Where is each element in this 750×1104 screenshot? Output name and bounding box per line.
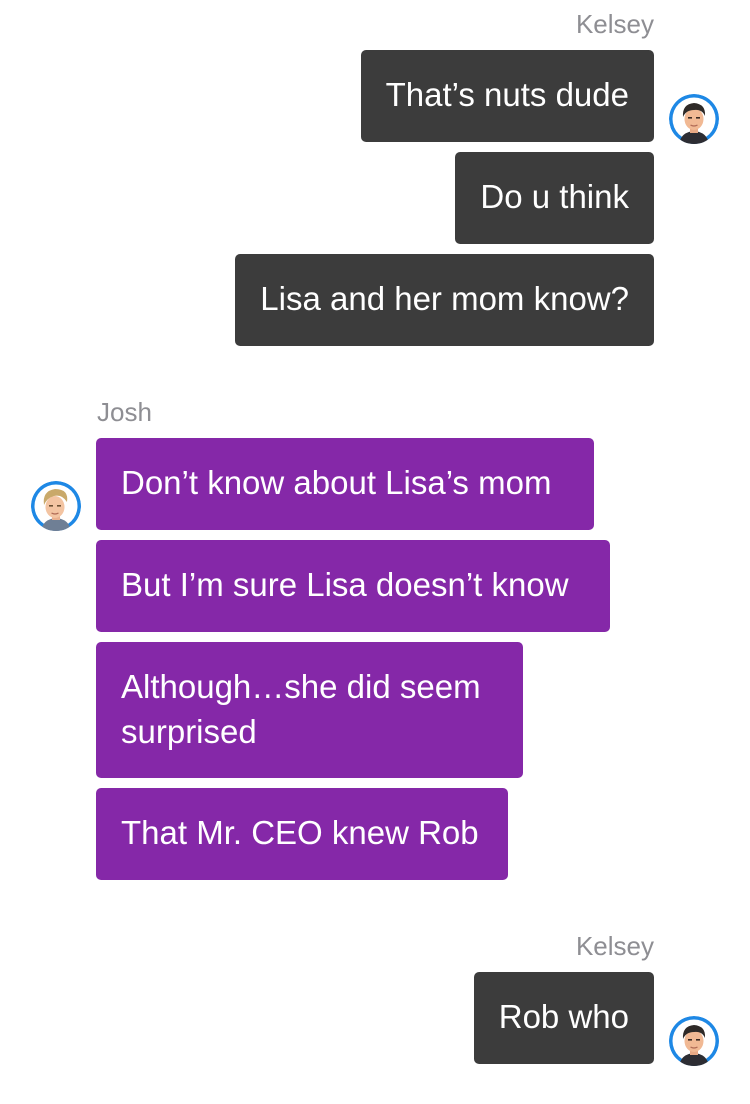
message-bubble-incoming[interactable]: Don’t know about Lisa’s mom bbox=[96, 438, 594, 530]
message-text: Don’t know about Lisa’s mom bbox=[121, 464, 552, 501]
message-text: Although…she did seem surprised bbox=[121, 668, 481, 750]
message-bubble-outgoing[interactable]: Lisa and her mom know? bbox=[235, 254, 654, 346]
message-text: That’s nuts dude bbox=[385, 76, 629, 113]
message-text: Do u think bbox=[480, 178, 629, 215]
sender-name-kelsey: Kelsey bbox=[575, 9, 654, 39]
message-bubble-incoming[interactable]: That Mr. CEO knew Rob bbox=[96, 788, 508, 880]
message-text: Lisa and her mom know? bbox=[260, 280, 629, 317]
josh-avatar-icon[interactable] bbox=[31, 481, 81, 531]
message-bubble-incoming[interactable]: Although…she did seem surprised bbox=[96, 642, 523, 778]
kelsey-avatar-icon[interactable] bbox=[669, 1016, 719, 1066]
message-text: Rob who bbox=[498, 998, 629, 1035]
kelsey-avatar-icon[interactable] bbox=[669, 94, 719, 144]
message-bubble-outgoing[interactable]: That’s nuts dude bbox=[360, 50, 654, 142]
message-bubble-outgoing[interactable]: Do u think bbox=[455, 152, 654, 244]
message-bubble-outgoing[interactable]: Rob who bbox=[473, 972, 654, 1064]
message-text: But I’m sure Lisa doesn’t know bbox=[121, 566, 569, 603]
sender-name-josh: Josh bbox=[97, 397, 152, 427]
sender-name-kelsey: Kelsey bbox=[575, 931, 654, 961]
message-text: That Mr. CEO knew Rob bbox=[121, 814, 479, 851]
message-bubble-incoming[interactable]: But I’m sure Lisa doesn’t know bbox=[96, 540, 610, 632]
